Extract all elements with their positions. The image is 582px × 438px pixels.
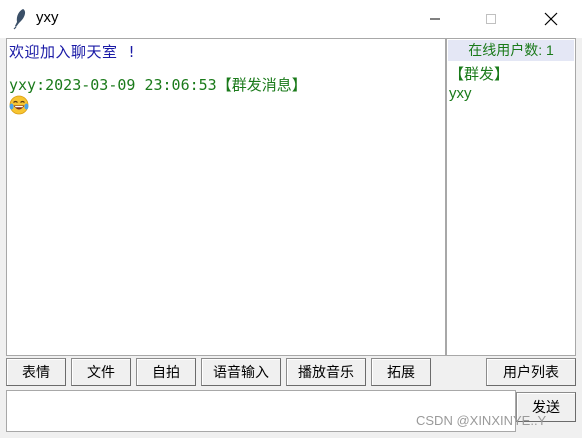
title-bar[interactable]: yxy <box>0 0 582 38</box>
maximize-icon <box>486 14 496 24</box>
laughing-tears-emoji-icon <box>9 95 29 115</box>
feather-icon <box>13 9 26 30</box>
watermark: CSDN @XINXINYE..Y <box>416 413 547 428</box>
expand-button[interactable]: 拓展 <box>371 358 431 386</box>
play-music-button[interactable]: 播放音乐 <box>286 358 366 386</box>
online-count-label: 在线用户数: 1 <box>448 40 574 61</box>
close-icon <box>544 12 558 26</box>
user-list-item-broadcast[interactable]: 【群发】 <box>449 63 509 84</box>
app-window: yxy 欢迎加入聊天室 ! yxy:2023-03-09 23:06:53【群发… <box>0 0 582 438</box>
online-user-list[interactable]: 在线用户数: 1 【群发】 yxy <box>446 38 576 356</box>
file-button[interactable]: 文件 <box>71 358 131 386</box>
chat-history[interactable]: 欢迎加入聊天室 ! yxy:2023-03-09 23:06:53【群发消息】 <box>6 38 446 356</box>
user-list-item-yxy[interactable]: yxy <box>449 85 472 102</box>
selfie-button[interactable]: 自拍 <box>136 358 196 386</box>
user-list-button[interactable]: 用户列表 <box>486 358 576 386</box>
minimize-icon <box>430 18 440 20</box>
voice-input-button[interactable]: 语音输入 <box>201 358 281 386</box>
welcome-message: 欢迎加入聊天室 ! <box>9 43 137 61</box>
minimize-button[interactable] <box>412 0 458 38</box>
maximize-button[interactable] <box>468 0 514 38</box>
close-button[interactable] <box>528 0 574 38</box>
message-header: yxy:2023-03-09 23:06:53【群发消息】 <box>9 76 307 94</box>
emoji-button[interactable]: 表情 <box>6 358 66 386</box>
window-title: yxy <box>36 9 59 26</box>
